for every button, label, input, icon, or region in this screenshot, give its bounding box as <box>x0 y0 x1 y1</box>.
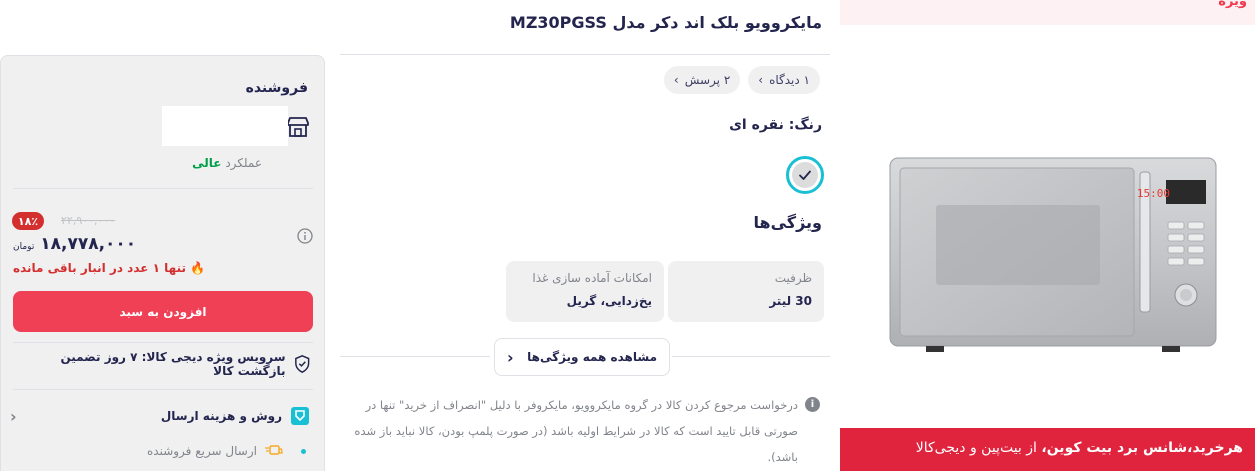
price-value: ۱۸,۷۷۸,۰۰۰ <box>40 234 137 254</box>
check-icon <box>799 170 811 180</box>
seller-heading: فروشنده <box>245 80 308 96</box>
stock-warning: 🔥 تنها ۱ عدد در انبار باقی مانده <box>13 261 205 275</box>
divider-right <box>672 356 830 357</box>
chevron-left-icon: ‹ <box>507 347 514 367</box>
fast-shipping-row: ارسال سریع فروشنده <box>10 440 310 462</box>
return-policy-notice: i درخواست مرجوع کردن کالا در گروه مایکرو… <box>350 392 820 470</box>
questions-chip[interactable]: ۲ پرسش › <box>663 66 741 94</box>
promo-top-label: ویژه <box>1218 0 1247 9</box>
see-all-label: مشاهده همه ویژگی‌ها <box>527 350 657 364</box>
reviews-chip[interactable]: ۱ دیدگاه › <box>748 66 820 94</box>
product-image[interactable]: 15:00 <box>886 150 1218 360</box>
features-heading: ویژگی‌ها <box>753 213 823 232</box>
title-divider <box>340 54 830 55</box>
review-chips: ۱ دیدگاه › ۲ پرسش › <box>663 66 820 94</box>
chevron-left-icon: › <box>673 73 679 87</box>
shipping-method-row[interactable]: روش و هزینه ارسال ‹ <box>10 403 310 429</box>
guarantee-text: سرویس ویژه دیجی کالا: ۷ روز تضمین بازگشت… <box>60 350 286 378</box>
bullet-dot <box>301 448 306 454</box>
divider <box>13 342 313 343</box>
shield-check-icon <box>294 354 309 374</box>
promo-top-banner[interactable]: ویژه <box>840 0 1255 25</box>
seller-name[interactable] <box>162 106 288 146</box>
seller-box: فروشنده عملکرد عالی ۱۸٪ ۲۲,۹۰۰,۰۰۰ ۱۸,۷۷… <box>0 55 325 471</box>
add-to-cart-button[interactable]: افزودن به سبد <box>13 291 313 332</box>
feature-value: یخ‌زدایی، گریل <box>566 294 652 308</box>
feature-card-cooking: امکانات آماده سازی غذا یخ‌زدایی، گریل <box>506 261 664 322</box>
color-swatch-silver[interactable] <box>786 156 824 194</box>
discount-badge: ۱۸٪ <box>12 212 44 230</box>
notice-text: درخواست مرجوع کردن کالا در گروه مایکرووی… <box>354 398 798 464</box>
shipping-icon <box>291 407 309 425</box>
guarantee-row[interactable]: سرویس ویژه دیجی کالا: ۷ روز تضمین بازگشت… <box>10 350 310 378</box>
swatch-fill <box>792 162 818 188</box>
feature-key: ظرفیت <box>774 271 812 285</box>
shipping-label: روش و هزینه ارسال <box>160 409 282 423</box>
promo-bottom-banner[interactable]: هرخرید،شانس برد بیت کوین، از بیت‌پین و د… <box>840 428 1255 471</box>
info-icon: i <box>805 397 820 412</box>
price: ۱۸,۷۷۸,۰۰۰ تومان <box>13 234 136 254</box>
fast-shipping-text: ارسال سریع فروشنده <box>146 444 257 458</box>
seller-performance: عملکرد عالی <box>192 156 262 170</box>
fire-icon: 🔥 <box>190 261 206 275</box>
color-label: رنگ: نقره ای <box>729 117 822 133</box>
feature-card-capacity: ظرفیت 30 لیتر <box>668 261 824 322</box>
product-gallery: ویژه 15:00 هرخرید،شانس برد بیت کوین، از … <box>840 0 1255 471</box>
stock-text: تنها ۱ عدد در انبار باقی مانده <box>13 261 186 275</box>
performance-label: عملکرد <box>225 156 262 170</box>
feature-value: 30 لیتر <box>769 294 812 308</box>
feature-key: امکانات آماده سازی غذا <box>532 271 652 285</box>
info-icon[interactable] <box>297 228 313 244</box>
divider <box>13 188 313 189</box>
divider <box>13 389 313 390</box>
store-icon <box>287 117 309 137</box>
svg-text:15:00: 15:00 <box>1137 187 1170 200</box>
promo-bottom-text: از بیت‌پین و دیجی‌کالا <box>915 440 1042 456</box>
product-info: مایکروویو بلک اند دکر مدل MZ30PGSS ۱ دید… <box>340 0 830 471</box>
reviews-chip-label: ۱ دیدگاه <box>769 73 810 87</box>
see-all-features-button[interactable]: مشاهده همه ویژگی‌ها ‹ <box>494 338 670 376</box>
chevron-left-icon: ‹ <box>10 406 17 426</box>
chevron-left-icon: › <box>758 73 764 87</box>
fast-delivery-icon <box>265 445 283 455</box>
promo-bottom-bold: هرخرید،شانس برد بیت کوین، <box>1041 440 1243 456</box>
product-title: مایکروویو بلک اند دکر مدل MZ30PGSS <box>509 13 822 32</box>
divider-left <box>340 356 490 357</box>
performance-value: عالی <box>192 156 222 170</box>
questions-chip-label: ۲ پرسش <box>684 73 731 87</box>
old-price: ۲۲,۹۰۰,۰۰۰ <box>61 214 116 227</box>
currency: تومان <box>13 242 35 252</box>
